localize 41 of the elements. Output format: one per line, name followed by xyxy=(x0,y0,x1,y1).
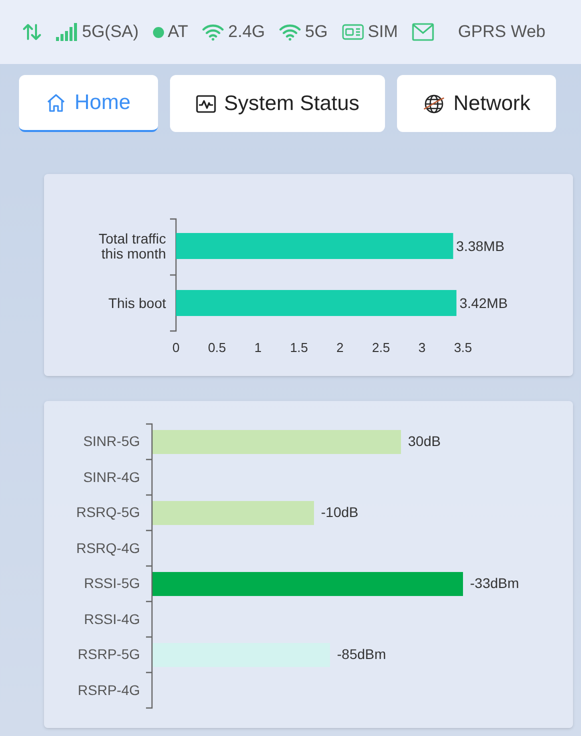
signal-label: RSRP-4G xyxy=(76,680,140,700)
status-label: GPRS Web xyxy=(458,21,546,44)
signal-reading: -85dBm xyxy=(337,645,386,664)
tick-label: 0 xyxy=(172,340,180,355)
tick-label: 3.5 xyxy=(454,340,472,355)
value-label: 3.38MB xyxy=(456,238,504,254)
up-down-arrows-icon xyxy=(22,23,42,41)
status-label: SIM xyxy=(368,21,398,44)
signal-label: RSRQ-4G xyxy=(75,538,140,558)
home-icon xyxy=(46,92,66,112)
value-label: 3.42MB xyxy=(459,295,508,311)
globe-icon xyxy=(423,92,446,114)
signal-reading: 30dB xyxy=(408,432,441,452)
signal-reading: -33dBm xyxy=(470,574,520,594)
signal-reading: -10dB xyxy=(321,503,358,522)
status-label: AT xyxy=(168,21,188,44)
sim-card-icon xyxy=(342,24,364,40)
mail-icon[interactable] xyxy=(412,23,434,41)
activity-monitor-icon xyxy=(196,94,216,112)
signal-label: RSRP-5G xyxy=(76,645,140,664)
signal-label: SINR-4G xyxy=(82,468,140,487)
status-label: 5G(SA) xyxy=(82,21,139,44)
tick-label: 1 xyxy=(254,340,262,355)
category-label: Total traffic this month xyxy=(98,230,166,262)
nav-tab[interactable]: Network xyxy=(397,75,556,132)
tick-label: 1.5 xyxy=(290,340,308,355)
signal-label: RSRQ-5G xyxy=(75,503,140,522)
tick-label: 2 xyxy=(336,340,344,355)
wifi-icon xyxy=(202,23,224,41)
status-label: 2.4G xyxy=(228,21,266,44)
tick-label: 3 xyxy=(418,340,426,355)
nav-tab[interactable]: System Status xyxy=(170,75,386,132)
signal-label: RSSI-5G xyxy=(82,574,140,594)
tick-label: 0.5 xyxy=(208,340,226,355)
category-label: This boot xyxy=(108,295,166,311)
wifi-icon xyxy=(279,23,302,41)
signal-icon xyxy=(56,23,78,41)
signal-label: RSSI-4G xyxy=(82,610,140,629)
signal-label: SINR-5G xyxy=(82,432,140,452)
tick-label: 2.5 xyxy=(372,340,390,355)
status-label: 5G xyxy=(305,21,328,44)
